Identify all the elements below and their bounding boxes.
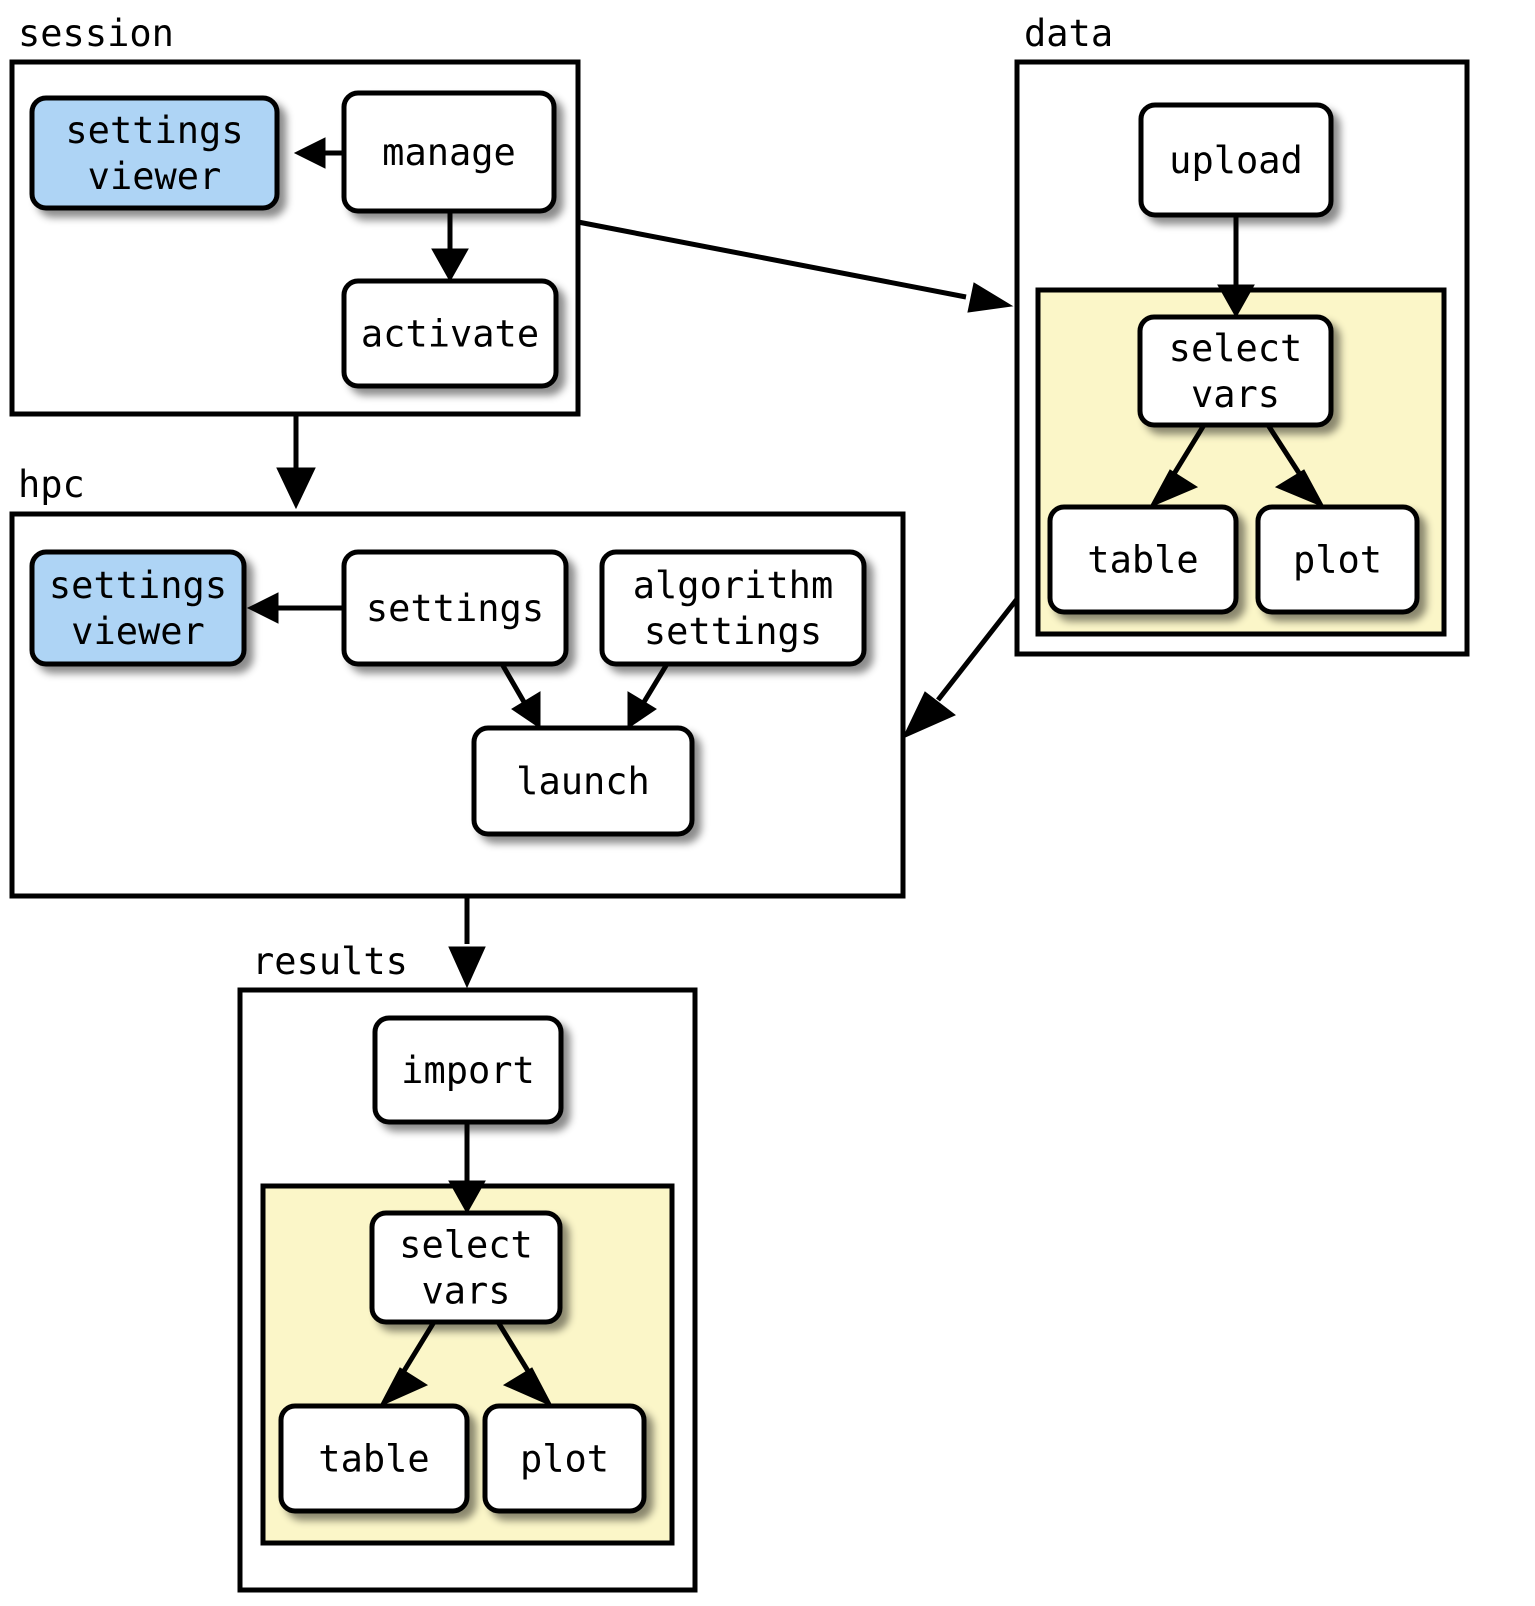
node-label-results_select_vars: select <box>399 1224 533 1267</box>
node-data_select_vars[interactable]: selectvars <box>1137 314 1334 428</box>
node-label-session_settings_viewer: settings <box>65 109 243 152</box>
node-label-session_settings_viewer: viewer <box>88 155 222 198</box>
node-label-hpc_launch: launch <box>516 760 650 803</box>
diagram-root: settings viewer manage activate upload select… <box>0 0 1535 1606</box>
node-results_select_vars[interactable]: selectvars <box>369 1210 563 1325</box>
workflow-diagram: settingsviewermanageactivateuploadselect… <box>9 12 1470 1593</box>
node-label-results_import: import <box>401 1049 535 1092</box>
edge-hpc-to-results <box>448 896 486 989</box>
edge-session-to-hpc <box>276 414 316 510</box>
node-data_upload[interactable]: upload <box>1138 102 1334 218</box>
node-label-hpc_settings_viewer: settings <box>49 564 227 607</box>
node-label-hpc_settings_viewer: viewer <box>71 610 205 653</box>
node-hpc_settings_viewer[interactable]: settingsviewer <box>29 549 247 667</box>
cluster-label-data: data <box>1024 12 1113 55</box>
node-results_import[interactable]: import <box>372 1015 564 1125</box>
node-hpc_settings[interactable]: settings <box>341 549 569 667</box>
node-label-results_select_vars: vars <box>421 1270 510 1313</box>
node-label-session_activate: activate <box>361 313 539 356</box>
node-label-data_select_vars: select <box>1169 327 1303 370</box>
node-label-data_upload: upload <box>1169 139 1303 182</box>
edge-session-to-data <box>577 219 1014 313</box>
node-hpc_launch[interactable]: launch <box>471 725 695 837</box>
node-label-data_table: table <box>1087 539 1198 582</box>
node-session_settings_viewer[interactable]: settingsviewer <box>29 95 280 211</box>
node-hpc_algorithm_settings[interactable]: algorithmsettings <box>599 549 867 667</box>
node-label-data_plot: plot <box>1293 539 1382 582</box>
cluster-label-results: results <box>252 940 408 983</box>
node-label-session_manage: manage <box>382 131 516 174</box>
node-session_activate[interactable]: activate <box>341 278 559 389</box>
node-results_table[interactable]: table <box>278 1403 470 1514</box>
node-label-hpc_algorithm_settings: settings <box>644 610 822 653</box>
node-label-results_table: table <box>318 1438 429 1481</box>
node-label-data_select_vars: vars <box>1191 373 1280 416</box>
cluster-label-hpc: hpc <box>18 463 85 506</box>
node-label-hpc_settings: settings <box>366 587 544 630</box>
node-label-results_plot: plot <box>520 1438 609 1481</box>
node-results_plot[interactable]: plot <box>482 1403 647 1514</box>
node-label-hpc_algorithm_settings: algorithm <box>633 564 833 607</box>
node-data_table[interactable]: table <box>1047 504 1239 615</box>
node-session_manage[interactable]: manage <box>341 90 557 214</box>
edge-data-to-hpc <box>901 597 1019 740</box>
node-data_plot[interactable]: plot <box>1255 504 1420 615</box>
cluster-label-session: session <box>18 12 174 55</box>
